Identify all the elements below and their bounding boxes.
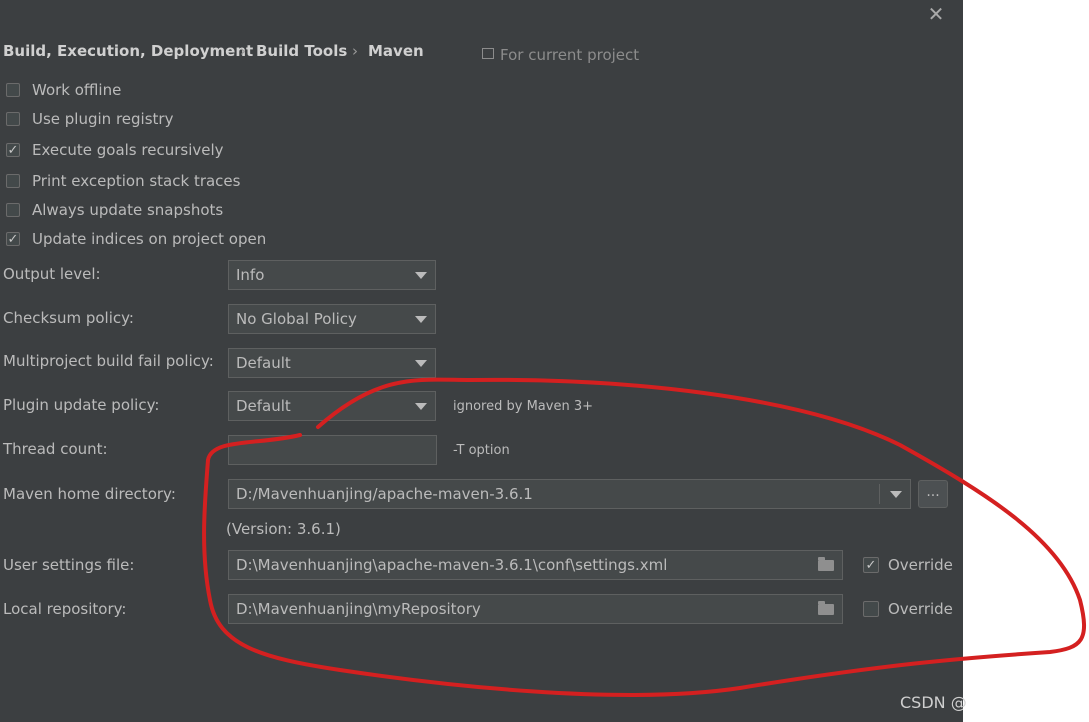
chevron-down-icon: [415, 403, 427, 410]
override-label: Override: [888, 556, 953, 574]
thread-count-label: Thread count:: [3, 440, 108, 458]
checkbox-use-plugin-registry[interactable]: Use plugin registry: [6, 109, 173, 129]
breadcrumb-build-execution-deployment[interactable]: Build, Execution, Deployment: [3, 42, 253, 60]
checkbox-label: Use plugin registry: [32, 110, 174, 128]
checksum-policy-label: Checksum policy:: [3, 309, 134, 327]
scope-indicator: For current project: [482, 46, 639, 64]
chevron-down-icon[interactable]: [890, 491, 902, 498]
thread-count-hint: -T option: [453, 443, 510, 458]
checksum-policy-dropdown[interactable]: No Global Policy: [228, 304, 436, 334]
local-repository-label: Local repository:: [3, 600, 127, 618]
output-level-label: Output level:: [3, 265, 101, 283]
checkbox-box[interactable]: [863, 601, 879, 617]
breadcrumb-separator-icon: ›: [352, 42, 358, 60]
checkbox-update-indices[interactable]: ✓ Update indices on project open: [6, 229, 266, 249]
chevron-down-icon: [415, 360, 427, 367]
output-level-dropdown[interactable]: Info: [228, 260, 436, 290]
multiproject-policy-label: Multiproject build fail policy:: [3, 352, 214, 370]
checkbox-execute-goals-recursively[interactable]: ✓ Execute goals recursively: [6, 140, 224, 160]
maven-home-combo[interactable]: D:/Mavenhuanjing/apache-maven-3.6.1: [228, 479, 911, 509]
checkbox-label: Print exception stack traces: [32, 172, 241, 190]
plugin-update-policy-label: Plugin update policy:: [3, 396, 160, 414]
checkbox-label: Execute goals recursively: [32, 141, 224, 159]
maven-home-label: Maven home directory:: [3, 485, 176, 503]
chevron-down-icon: [415, 272, 427, 279]
input-value: D:\Mavenhuanjing\myRepository: [236, 600, 481, 618]
dropdown-value: Info: [236, 266, 265, 284]
local-repository-input[interactable]: D:\Mavenhuanjing\myRepository: [228, 594, 843, 624]
input-value: D:\Mavenhuanjing\apache-maven-3.6.1\conf…: [236, 556, 668, 574]
checkbox-box[interactable]: [6, 174, 20, 188]
checkbox-always-update-snapshots[interactable]: Always update snapshots: [6, 200, 223, 220]
plugin-update-hint: ignored by Maven 3+: [453, 399, 593, 414]
checkbox-box[interactable]: ✓: [6, 232, 20, 246]
user-settings-override[interactable]: ✓ Override: [863, 555, 953, 575]
user-settings-input[interactable]: D:\Mavenhuanjing\apache-maven-3.6.1\conf…: [228, 550, 843, 580]
csdn-watermark: CSDN @: [900, 693, 967, 712]
override-label: Override: [888, 600, 953, 618]
maven-settings-panel: ✕ Build, Execution, Deployment › Build T…: [0, 0, 963, 722]
browse-button[interactable]: ...: [918, 480, 948, 508]
checkbox-box[interactable]: ✓: [6, 143, 20, 157]
dropdown-value: Default: [236, 397, 291, 415]
user-settings-label: User settings file:: [3, 556, 135, 574]
input-value: D:/Mavenhuanjing/apache-maven-3.6.1: [236, 485, 533, 503]
chevron-down-icon: [415, 316, 427, 323]
multiproject-policy-dropdown[interactable]: Default: [228, 348, 436, 378]
scope-label: For current project: [500, 46, 640, 64]
checkbox-label: Always update snapshots: [32, 201, 224, 219]
folder-icon[interactable]: [818, 557, 834, 571]
project-scope-icon: [482, 48, 494, 59]
breadcrumb-separator-icon: ›: [240, 42, 246, 60]
plugin-update-policy-dropdown[interactable]: Default: [228, 391, 436, 421]
checkbox-label: Work offline: [32, 81, 122, 99]
checkbox-box[interactable]: [6, 112, 20, 126]
checkbox-box[interactable]: [6, 203, 20, 217]
checkbox-print-exception-stack-traces[interactable]: Print exception stack traces: [6, 171, 240, 191]
breadcrumb-maven: Maven: [368, 42, 424, 60]
checkbox-box[interactable]: ✓: [863, 557, 879, 573]
local-repository-override[interactable]: Override: [863, 599, 953, 619]
checkbox-work-offline[interactable]: Work offline: [6, 80, 121, 100]
dropdown-value: No Global Policy: [236, 310, 357, 328]
thread-count-input[interactable]: [228, 435, 437, 465]
breadcrumb-build-tools[interactable]: Build Tools: [256, 42, 347, 60]
combo-divider: [879, 484, 880, 504]
checkbox-label: Update indices on project open: [32, 230, 267, 248]
close-icon[interactable]: ✕: [926, 4, 946, 24]
checkbox-box[interactable]: [6, 83, 20, 97]
maven-version-text: (Version: 3.6.1): [226, 520, 341, 538]
dropdown-value: Default: [236, 354, 291, 372]
folder-icon[interactable]: [818, 601, 834, 615]
